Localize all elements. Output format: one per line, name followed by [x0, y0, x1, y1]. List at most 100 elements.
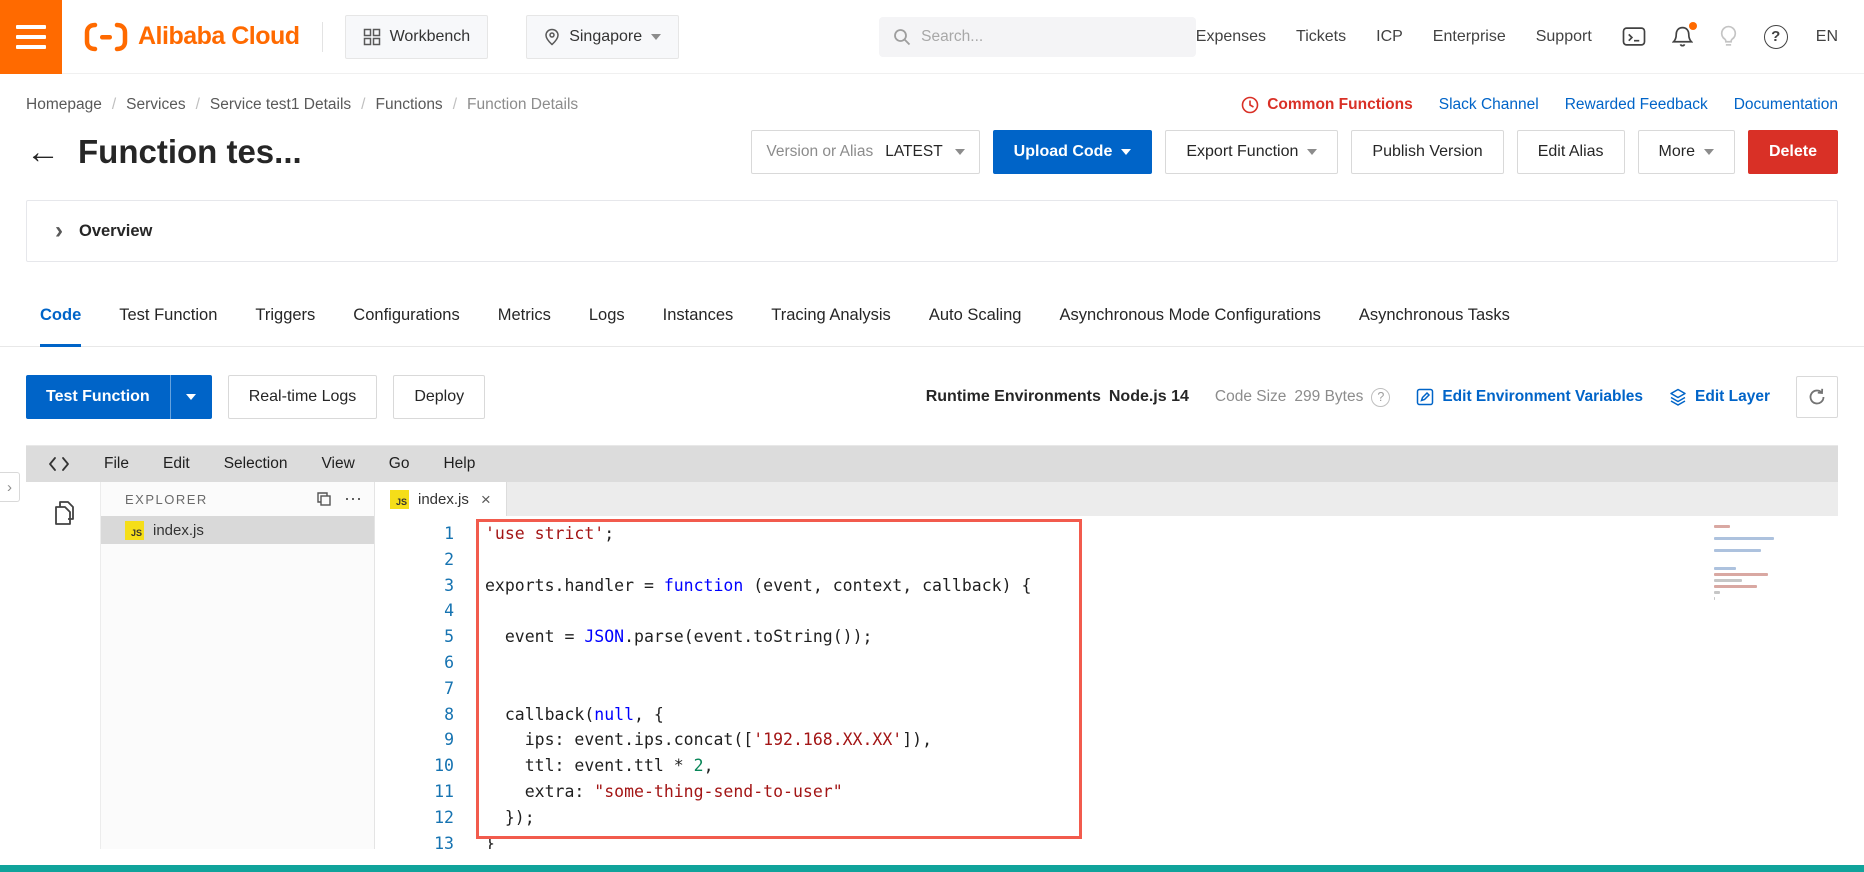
console-terminal-icon[interactable]	[1622, 26, 1646, 47]
code-token: ttl: event.ttl *	[485, 756, 694, 776]
topbar-nav-item-enterprise[interactable]: Enterprise	[1433, 28, 1506, 46]
tab-instances[interactable]: Instances	[663, 306, 734, 347]
edit-layer-link[interactable]: Edit Layer	[1669, 388, 1770, 407]
tab-test-function[interactable]: Test Function	[119, 306, 217, 347]
topbar-nav-item-support[interactable]: Support	[1536, 28, 1592, 46]
documentation-link[interactable]: Documentation	[1734, 96, 1838, 114]
tab-triggers[interactable]: Triggers	[255, 306, 315, 347]
menu-item-go[interactable]: Go	[389, 455, 410, 473]
web-ide: File Edit Selection View Go Help EXPLORER	[26, 445, 1838, 849]
menu-item-help[interactable]: Help	[443, 455, 475, 473]
code-line: 9 ips: event.ips.concat(['192.168.XX.XX'…	[375, 727, 1838, 753]
breadcrumb-item[interactable]: Service test1 Details	[210, 96, 351, 114]
open-editors-icon[interactable]	[316, 491, 332, 507]
help-icon[interactable]: ?	[1763, 24, 1788, 49]
code-editor[interactable]: 1'use strict'; 2 3 exports.handler = functi…	[375, 516, 1838, 849]
publish-version-button[interactable]: Publish Version	[1351, 130, 1504, 174]
menu-item-selection[interactable]: Selection	[224, 455, 288, 473]
code-line: 10 ttl: event.ttl * 2,	[375, 753, 1838, 779]
code-text: ttl: event.ttl * 2,	[454, 753, 714, 779]
code-size-label: Code Size	[1214, 388, 1287, 405]
tab-tracing-analysis[interactable]: Tracing Analysis	[771, 306, 891, 347]
close-icon[interactable]: ×	[481, 491, 491, 508]
export-function-button[interactable]: Export Function	[1165, 130, 1339, 174]
version-alias-select[interactable]: Version or Alias LATEST	[751, 130, 980, 174]
javascript-file-icon: JS	[125, 520, 144, 540]
region-selector[interactable]: Singapore	[526, 14, 680, 59]
ide-menu: File Edit Selection View Go Help	[104, 455, 475, 473]
minimap-line	[1714, 591, 1720, 594]
editor-tab-bar: JS index.js ×	[375, 482, 1838, 516]
tab-logs[interactable]: Logs	[589, 306, 625, 347]
back-arrow-icon[interactable]: ←	[26, 135, 60, 169]
logo-text: Alibaba Cloud	[138, 22, 300, 50]
tab-asynchronous-tasks[interactable]: Asynchronous Tasks	[1359, 306, 1510, 347]
minimap-line	[1714, 597, 1716, 600]
breadcrumb-item[interactable]: Functions	[375, 96, 442, 114]
info-question-icon[interactable]: ?	[1371, 387, 1391, 407]
test-function-split-button[interactable]: Test Function	[26, 375, 212, 419]
edit-alias-button[interactable]: Edit Alias	[1516, 130, 1625, 174]
rewarded-feedback-link[interactable]: Rewarded Feedback	[1565, 96, 1708, 114]
search-input[interactable]	[921, 27, 1182, 46]
env-variables-icon	[1416, 388, 1434, 406]
overview-panel[interactable]: › Overview	[26, 200, 1838, 262]
menu-item-view[interactable]: View	[321, 455, 354, 473]
code-token: }	[485, 833, 495, 849]
tab-configurations[interactable]: Configurations	[353, 306, 459, 347]
alibaba-cloud-logo[interactable]: Alibaba Cloud	[84, 22, 300, 52]
more-label: More	[1658, 143, 1695, 160]
overview-label: Overview	[79, 221, 153, 240]
menu-item-edit[interactable]: Edit	[163, 455, 190, 473]
refresh-button[interactable]	[1796, 376, 1838, 418]
more-actions-icon[interactable]: ⋯	[344, 490, 362, 508]
common-functions-link[interactable]: Common Functions	[1241, 96, 1413, 114]
code-token: JSON	[584, 627, 625, 647]
tab-asynchronous-mode-configurations[interactable]: Asynchronous Mode Configurations	[1059, 306, 1320, 347]
code-text: }	[454, 831, 495, 849]
global-search[interactable]	[879, 16, 1196, 57]
code-token: 'use strict'	[485, 524, 605, 543]
runtime-environment: Runtime Environments Node.js 14	[926, 388, 1189, 406]
file-tree-item-indexjs[interactable]: JS index.js	[101, 516, 374, 544]
test-function-dropdown[interactable]	[169, 375, 212, 419]
breadcrumb-item[interactable]: Homepage	[26, 96, 102, 114]
realtime-logs-button[interactable]: Real-time Logs	[227, 375, 378, 419]
files-explorer-icon[interactable]	[48, 498, 78, 849]
panel-expander[interactable]: ›	[0, 472, 20, 502]
topbar-nav-item-tickets[interactable]: Tickets	[1296, 28, 1346, 46]
editor-tab-indexjs[interactable]: JS index.js ×	[375, 482, 507, 516]
code-line: 1'use strict';	[375, 521, 1838, 547]
workbench-button[interactable]: Workbench	[344, 14, 489, 59]
line-number: 1	[444, 524, 454, 543]
breadcrumb-item[interactable]: Services	[126, 96, 185, 114]
edit-environment-variables-link[interactable]: Edit Environment Variables	[1416, 388, 1643, 406]
minimap[interactable]	[1714, 525, 1778, 600]
tab-metrics[interactable]: Metrics	[498, 306, 551, 347]
explorer-header: EXPLORER ⋯	[101, 482, 374, 516]
code-token: exports.handler =	[485, 575, 664, 595]
title-actions: Version or Alias LATEST Upload Code Expo…	[751, 130, 1838, 174]
lightbulb-icon[interactable]	[1719, 25, 1738, 48]
slack-channel-link[interactable]: Slack Channel	[1439, 96, 1539, 114]
menu-item-file[interactable]: File	[104, 455, 129, 473]
test-function-button[interactable]: Test Function	[26, 375, 170, 419]
hamburger-menu-icon[interactable]	[0, 0, 62, 74]
tab-code[interactable]: Code	[40, 306, 82, 347]
topbar-nav-item-expenses[interactable]: Expenses	[1196, 28, 1266, 46]
deploy-button[interactable]: Deploy	[393, 375, 486, 419]
topbar-nav-item-icp[interactable]: ICP	[1376, 28, 1403, 46]
language-switcher[interactable]: EN	[1816, 28, 1838, 46]
line-number: 9	[444, 730, 454, 750]
code-token: function	[663, 575, 744, 595]
code-token: callback(	[485, 704, 595, 724]
breadcrumb-separator: /	[195, 96, 200, 113]
delete-button[interactable]: Delete	[1747, 130, 1838, 174]
upload-code-button[interactable]: Upload Code	[992, 130, 1153, 174]
edit-env-label: Edit Environment Variables	[1442, 388, 1644, 405]
tab-auto-scaling[interactable]: Auto Scaling	[929, 306, 1022, 347]
more-button[interactable]: More	[1637, 130, 1735, 174]
notifications-bell-icon[interactable]	[1671, 22, 1697, 48]
line-number: 7	[444, 678, 454, 698]
